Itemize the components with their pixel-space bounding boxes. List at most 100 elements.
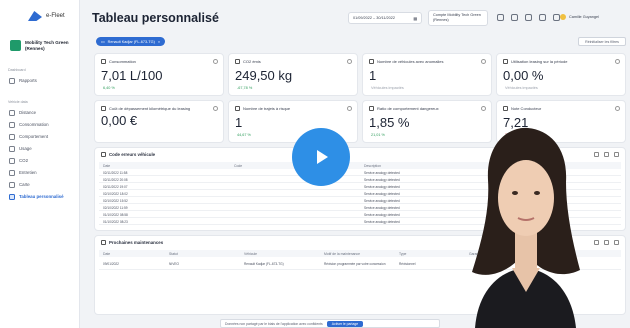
play-icon [317,150,328,164]
kpi-label: CO2 émis [243,59,261,64]
kpi-trend: 21,01 % [371,133,385,137]
kpi-value: 1,85 % [369,115,410,130]
banner-text: Données non partagé par le biais de l'ap… [225,321,323,326]
alert-icon [101,152,106,157]
swap-icon[interactable] [525,14,532,21]
kpi-label: Consommation [109,59,136,64]
enable-sharing-button[interactable]: Activer le partage [326,320,364,327]
search-icon[interactable] [497,14,504,21]
wrench-icon [101,240,106,245]
behavior-icon [9,133,15,140]
kpi-value: 249,50 kg [235,68,293,83]
sidebar-item-carte[interactable]: Carte [9,180,75,189]
kpi-label: Nombre de véhicules avec anomalies [377,59,444,64]
euro-icon [101,106,106,111]
behavior-icon [369,106,374,111]
table-title: Code erreurs véhicule [109,152,156,157]
sidebar-item-tableau-personnalise[interactable]: Tableau personnalisé [9,192,75,201]
kpi-card-cout-depassement: Coût de dépassement kilométrique du leas… [94,100,224,143]
page-title: Tableau personnalisé [92,11,219,25]
sidebar-item-usage[interactable]: Usage [9,144,75,153]
kpi-caption: Véhicules impactés [371,86,404,90]
kpi-label: Utilisation leasing sur la période [511,59,568,64]
sidebar-item-consommation[interactable]: Consommation [9,120,75,129]
header-toolbar [497,14,560,21]
info-icon[interactable] [481,59,486,64]
route-icon [235,106,240,111]
column-header[interactable]: Statut [169,252,244,256]
table-title: Prochaines maintenances [109,240,164,245]
kpi-trend: 6,40 % [103,86,115,90]
kpi-card-leasing: Utilisation leasing sur la période 0,00 … [496,53,626,96]
column-header[interactable]: Date [99,164,234,168]
help-icon[interactable] [553,14,560,21]
filter-icon[interactable] [511,14,518,21]
brand-name: e-Fleet [46,13,65,19]
kpi-value: 0,00 % [503,68,544,83]
sidebar-item-co2[interactable]: CO2 [9,156,75,165]
fuel-icon [101,59,106,64]
avatar [560,14,566,20]
info-icon[interactable] [213,59,218,64]
wrench-icon [9,169,15,176]
reset-filters-button[interactable]: Réinitialiser les filtres [578,37,626,46]
kpi-value: 1 [369,68,377,83]
video-play-button[interactable] [292,128,350,186]
report-icon [9,77,15,84]
distance-icon [9,109,15,116]
calendar-icon: ▦ [413,16,417,21]
sidebar-item-comportement[interactable]: Comportement [9,132,75,141]
map-icon [9,181,15,188]
refresh-icon[interactable] [539,14,546,21]
sidebar-section-general: Dashboard [8,68,26,72]
sharing-banner: Données non partagé par le biais de l'ap… [220,319,440,328]
info-icon[interactable] [615,106,620,111]
kpi-value: 7,01 L/100 [101,68,163,83]
presenter-video-overlay [472,127,580,328]
leasing-icon [503,59,508,64]
kpi-value: 1 [235,115,243,130]
column-header[interactable]: Motif de la maintenance [324,252,399,256]
sidebar-item-distance[interactable]: Distance [9,108,75,117]
dashboard-icon [9,193,15,200]
vehicle-filter-chip[interactable]: ▭ Renault Kadjar (FL-673-TG) × [96,37,166,46]
kpi-trend: 44,67 % [237,133,251,137]
fuel-icon [9,121,15,128]
presenter-face [498,160,554,236]
date-range-picker[interactable]: 01/09/2022 – 30/11/2022 ▦ [348,12,422,24]
user-name: Camille Guyangel [569,15,599,19]
kpi-caption: Véhicules impactés [505,86,538,90]
info-icon[interactable] [347,106,352,111]
info-icon[interactable] [213,106,218,111]
info-icon[interactable] [615,59,620,64]
close-icon[interactable]: × [158,40,160,44]
kpi-label: Nombre de trajets à risque [243,106,291,111]
kpi-label: Ratio de comportement dangereux [377,106,439,111]
sidebar: e-Fleet Mobility Tech Green (Rennes) Das… [0,0,80,328]
kpi-value: 0,00 € [101,113,138,128]
kpi-card-anomalies: Nombre de véhicules avec anomalies 1 Véh… [362,53,492,96]
sidebar-item-rapports[interactable]: Rapports [9,76,75,85]
kpi-label: Coût de dépassement kilométrique du leas… [109,106,191,111]
co2-icon [9,157,15,164]
kpi-card-consommation: Consommation 7,01 L/100 6,40 % [94,53,224,96]
sidebar-item-entretien[interactable]: Entretien [9,168,75,177]
tenant-icon [10,40,21,51]
usage-icon [9,145,15,152]
date-range-value: 01/09/2022 – 30/11/2022 [353,16,395,20]
kpi-label: Note Conducteur [511,106,542,111]
column-header[interactable]: Véhicule [244,252,324,256]
warning-icon [369,59,374,64]
column-header[interactable]: Date [99,252,169,256]
sidebar-section-vehicle: Vehicle data [8,100,28,104]
tenant-name: Mobility Tech Green (Rennes) [25,40,69,51]
info-icon[interactable] [481,106,486,111]
driver-icon [503,106,508,111]
kpi-card-co2: CO2 émis 249,50 kg -67,78 % [228,53,358,96]
fleet-logo-icon [28,11,42,21]
info-icon[interactable] [347,59,352,64]
company-selector[interactable]: Compte Mobility Tech Green (Rennes) [428,10,488,26]
brand-logo[interactable]: e-Fleet [28,11,65,21]
user-menu[interactable]: Camille Guyangel [560,14,599,20]
tenant-selector[interactable]: Mobility Tech Green (Rennes) [10,40,76,52]
